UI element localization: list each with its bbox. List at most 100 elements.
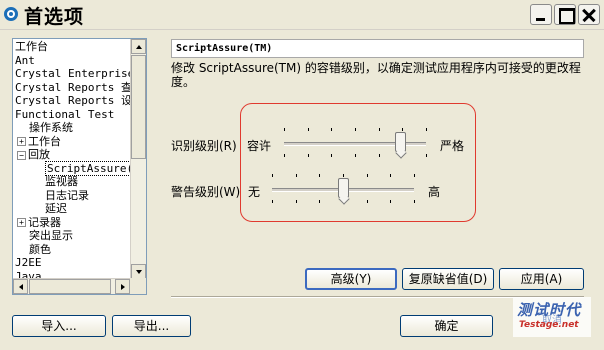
- slider-tick: [343, 174, 344, 177]
- slider-tick: [355, 154, 356, 157]
- slider-tick: [414, 200, 415, 203]
- slider-tick: [414, 174, 415, 177]
- slider-tick: [426, 128, 427, 131]
- scroll-left-arrow[interactable]: [13, 279, 28, 294]
- tree-item-label: 突出显示: [29, 229, 73, 242]
- tree-horizontal-scrollbar[interactable]: [13, 278, 131, 294]
- advanced-button[interactable]: 高级(Y): [305, 268, 397, 290]
- tree-vertical-scrollbar[interactable]: [130, 39, 146, 280]
- slider-tick: [296, 200, 297, 203]
- tree-item[interactable]: + 记录器: [17, 216, 61, 230]
- slider-tick: [296, 174, 297, 177]
- tree-item-label: Crystal Enterprise: [15, 67, 131, 80]
- tree-item-label: 工作台: [15, 40, 48, 53]
- scrollbar-corner: [130, 278, 146, 294]
- tree-item[interactable]: 颜色: [29, 243, 51, 257]
- tree-item-label: 工作台: [28, 134, 61, 148]
- import-button[interactable]: 导入...: [12, 315, 106, 337]
- horizontal-scroll-thumb[interactable]: [29, 279, 111, 294]
- slider-tick: [272, 174, 273, 177]
- maximize-button[interactable]: [554, 4, 576, 25]
- preferences-tree[interactable]: 工作台 Ant Crystal Enterprise Crystal Reports …: [12, 38, 147, 295]
- tree-items: 工作台 Ant Crystal Enterprise Crystal Reports …: [13, 39, 131, 280]
- recognition-slider-thumb[interactable]: [395, 132, 407, 152]
- recognition-level-label: 识别级别(R): [171, 139, 237, 153]
- slider-tick: [284, 154, 285, 157]
- tree-item[interactable]: 监视器: [45, 175, 78, 189]
- slider-tick: [367, 174, 368, 177]
- tree-item-label: 监视器: [45, 175, 78, 188]
- slider-tick: [331, 154, 332, 157]
- app-icon: [4, 7, 18, 21]
- tree-item[interactable]: − 回放: [17, 148, 50, 162]
- slider-tick: [331, 128, 332, 131]
- recognition-level-slider[interactable]: [280, 122, 430, 160]
- warning-max-label: 高: [428, 185, 441, 199]
- vertical-scroll-thumb[interactable]: [131, 55, 146, 159]
- close-button[interactable]: [578, 4, 600, 25]
- recognition-max-label: 严格: [440, 139, 465, 153]
- tree-item-label: Crystal Reports 查看: [15, 80, 131, 94]
- watermark-url: Testage.net: [519, 320, 579, 330]
- slider-tick: [390, 174, 391, 177]
- tree-item[interactable]: 工作台: [15, 40, 48, 54]
- export-button[interactable]: 导出...: [112, 315, 191, 337]
- slider-tick: [319, 200, 320, 203]
- recognition-min-label: 容许: [247, 139, 272, 153]
- tree-item[interactable]: Crystal Enterprise: [15, 67, 131, 81]
- slider-tick: [272, 200, 273, 203]
- expand-icon[interactable]: +: [17, 137, 26, 146]
- tree-item[interactable]: 操作系统: [29, 121, 73, 135]
- expand-icon[interactable]: +: [17, 218, 26, 227]
- slider-tick: [367, 200, 368, 203]
- slider-tick: [284, 128, 285, 131]
- panel-title: ScriptAssure(TM): [171, 39, 584, 58]
- tree-item-label: 操作系统: [29, 121, 73, 134]
- tree-item[interactable]: 突出显示: [29, 229, 73, 243]
- tree-item[interactable]: Crystal Reports 设计: [15, 94, 131, 108]
- minimize-button[interactable]: [530, 4, 552, 25]
- window-title: 首选项: [24, 6, 85, 28]
- tree-item[interactable]: Crystal Reports 查看: [15, 81, 131, 95]
- tree-item-label: J2EE: [15, 256, 42, 269]
- title-bar: 首选项: [0, 0, 604, 30]
- tree-item[interactable]: 延迟: [45, 202, 67, 216]
- tree-item[interactable]: Ant: [15, 54, 35, 68]
- slider-tick: [426, 154, 427, 157]
- scroll-up-arrow[interactable]: [131, 39, 146, 54]
- tree-item-label: 日志记录: [45, 188, 89, 202]
- slider-tick: [319, 174, 320, 177]
- warning-level-label: 警告级别(W): [171, 185, 241, 199]
- tree-item[interactable]: J2EE: [15, 256, 42, 270]
- watermark-logo: 取消 测试时代 Testage.net: [513, 297, 591, 337]
- tree-item-label: 记录器: [28, 215, 61, 229]
- tree-item[interactable]: 日志记录: [45, 189, 89, 203]
- warning-level-slider[interactable]: [268, 170, 418, 208]
- scroll-down-arrow[interactable]: [131, 264, 146, 279]
- slider-tick: [355, 128, 356, 131]
- tree-item-label: Crystal Reports 设计: [15, 94, 131, 107]
- tree-item-label: Ant: [15, 53, 35, 67]
- slider-tick: [308, 154, 309, 157]
- tree-item-label: 延迟: [45, 202, 67, 215]
- tree-item-label: Functional Test: [15, 107, 115, 121]
- scroll-right-arrow[interactable]: [115, 279, 130, 294]
- tree-item[interactable]: Functional Test: [15, 108, 114, 122]
- slider-tick: [308, 128, 309, 131]
- slider-tick: [390, 200, 391, 203]
- panel-description: 修改 ScriptAssure(TM) 的容错级别，以确定测试应用程序内可接受的…: [171, 61, 581, 89]
- ok-button[interactable]: 确定: [400, 315, 493, 337]
- warning-slider-thumb[interactable]: [338, 178, 349, 198]
- apply-button[interactable]: 应用(A): [499, 268, 584, 290]
- tree-item-label: 颜色: [29, 242, 51, 256]
- warning-min-label: 无: [248, 185, 261, 199]
- tree-item[interactable]: + 工作台: [17, 135, 61, 149]
- collapse-icon[interactable]: −: [17, 150, 26, 160]
- tree-item-label: 回放: [28, 148, 50, 161]
- slider-tick: [402, 128, 403, 131]
- slider-tick: [379, 154, 380, 157]
- slider-tick: [379, 128, 380, 131]
- watermark-title: 测试时代: [517, 301, 582, 319]
- restore-defaults-button[interactable]: 复原缺省值(D): [402, 268, 494, 290]
- tree-item[interactable]: ScriptAssure(TM): [45, 160, 131, 176]
